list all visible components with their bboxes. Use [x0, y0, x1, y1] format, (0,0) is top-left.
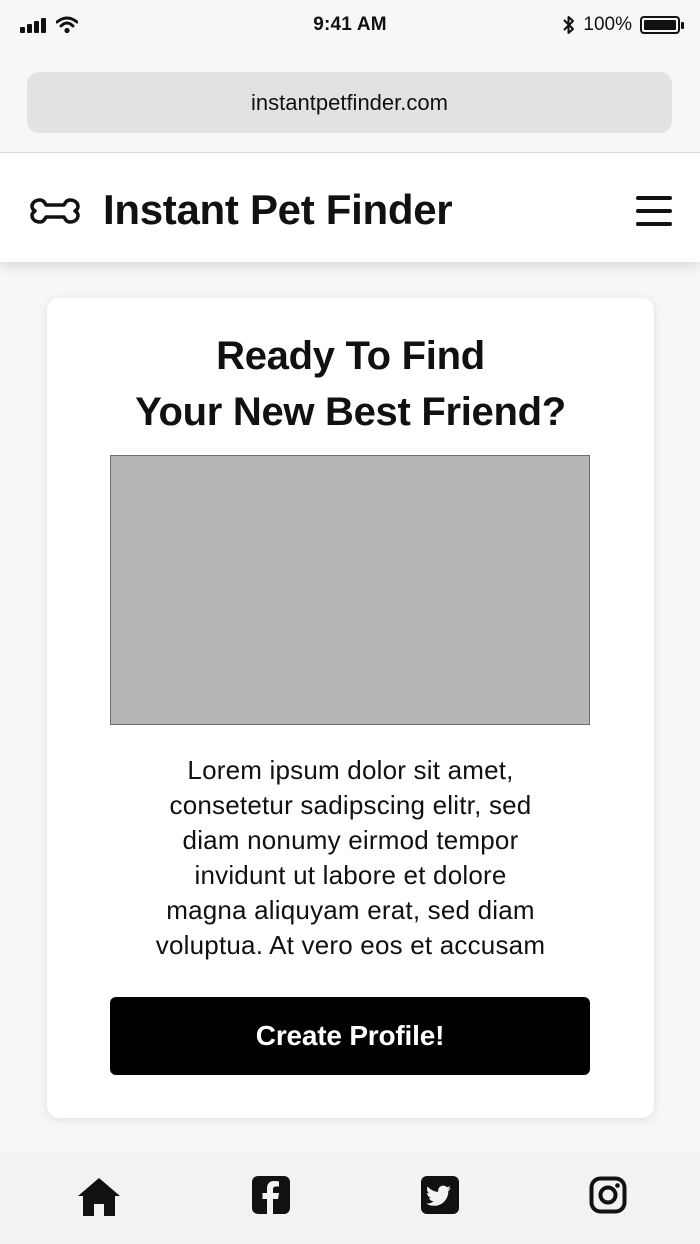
browser-chrome: instantpetfinder.com — [0, 52, 700, 150]
card-heading-line2: Your New Best Friend? — [135, 390, 566, 434]
bluetooth-icon — [563, 16, 575, 34]
url-bar[interactable]: instantpetfinder.com — [27, 72, 672, 133]
card-heading: Ready To Find Your New Best Friend? — [47, 328, 654, 440]
app-header: Instant Pet Finder — [0, 152, 700, 262]
body-line: magna aliquyam erat, sed diam — [166, 895, 535, 925]
battery-percent: 100% — [583, 14, 632, 35]
home-icon[interactable] — [76, 1176, 122, 1218]
battery-icon — [640, 16, 684, 34]
bone-icon[interactable] — [29, 197, 81, 225]
status-bar: 9:41 AM 100% — [0, 0, 700, 52]
card-body-text: Lorem ipsum dolor sit amet, consetetur s… — [87, 753, 614, 963]
status-right: 100% — [563, 14, 684, 36]
body-line: invidunt ut labore et dolore — [194, 860, 507, 890]
body-line: Lorem ipsum dolor sit amet, — [187, 755, 514, 785]
hamburger-menu-icon[interactable] — [636, 196, 672, 226]
app-title[interactable]: Instant Pet Finder — [103, 186, 453, 234]
card-heading-line1: Ready To Find — [216, 334, 485, 378]
body-line: voluptua. At vero eos et accusam — [155, 930, 546, 960]
create-profile-button[interactable]: Create Profile! — [110, 997, 590, 1075]
twitter-icon[interactable] — [421, 1176, 459, 1214]
instagram-icon[interactable] — [589, 1176, 627, 1214]
facebook-icon[interactable] — [252, 1176, 290, 1214]
hero-card: Ready To Find Your New Best Friend? Lore… — [47, 298, 654, 1118]
image-placeholder — [110, 455, 590, 725]
body-line: diam nonumy eirmod tempor — [182, 825, 519, 855]
body-line: consetetur sadipscing elitr, sed — [169, 790, 532, 820]
bottom-nav — [0, 1152, 700, 1244]
